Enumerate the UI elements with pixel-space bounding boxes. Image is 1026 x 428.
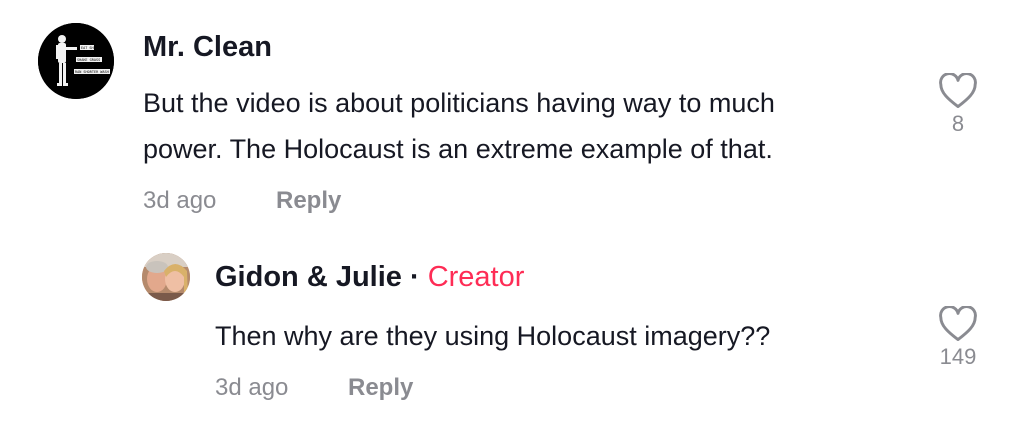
reply-author[interactable]: Gidon & Julie bbox=[215, 261, 402, 293]
reply-button[interactable]: Reply bbox=[276, 187, 341, 215]
creator-badge: Creator bbox=[427, 261, 525, 293]
comment-text: But the video is about politicians havin… bbox=[143, 80, 903, 172]
avatar-image: EAT SHI SHAKE GRASS RAN SHORTER WASH bbox=[38, 23, 114, 99]
avatar-text-line: RAN SHORTER WASH bbox=[75, 70, 109, 74]
avatar-image bbox=[142, 253, 190, 301]
avatar[interactable] bbox=[142, 253, 190, 301]
comment-text-line: power. The Holocaust is an extreme examp… bbox=[143, 134, 773, 164]
heart-outline-icon bbox=[939, 306, 977, 342]
like-button[interactable]: 149 bbox=[928, 306, 988, 370]
heart-outline-icon bbox=[939, 73, 977, 109]
avatar-text-line: SHAKE GRASS bbox=[77, 58, 100, 62]
separator-dot: · bbox=[409, 261, 420, 293]
comment-text-line: But the video is about politicians havin… bbox=[143, 88, 775, 118]
reply-text: Then why are they using Holocaust imager… bbox=[215, 321, 771, 351]
reply-author-line: Gidon & Julie · Creator bbox=[215, 261, 524, 294]
like-button[interactable]: 8 bbox=[928, 73, 988, 137]
comment-author[interactable]: Mr. Clean bbox=[143, 31, 272, 64]
avatar[interactable]: EAT SHI SHAKE GRASS RAN SHORTER WASH bbox=[38, 23, 114, 99]
comment-timestamp: 3d ago bbox=[143, 187, 217, 214]
reply-timestamp: 3d ago bbox=[215, 374, 289, 401]
reply-button[interactable]: Reply bbox=[348, 374, 413, 402]
like-count: 8 bbox=[951, 111, 965, 136]
avatar-text-line: EAT SHI bbox=[81, 46, 96, 50]
like-count: 149 bbox=[939, 344, 977, 369]
